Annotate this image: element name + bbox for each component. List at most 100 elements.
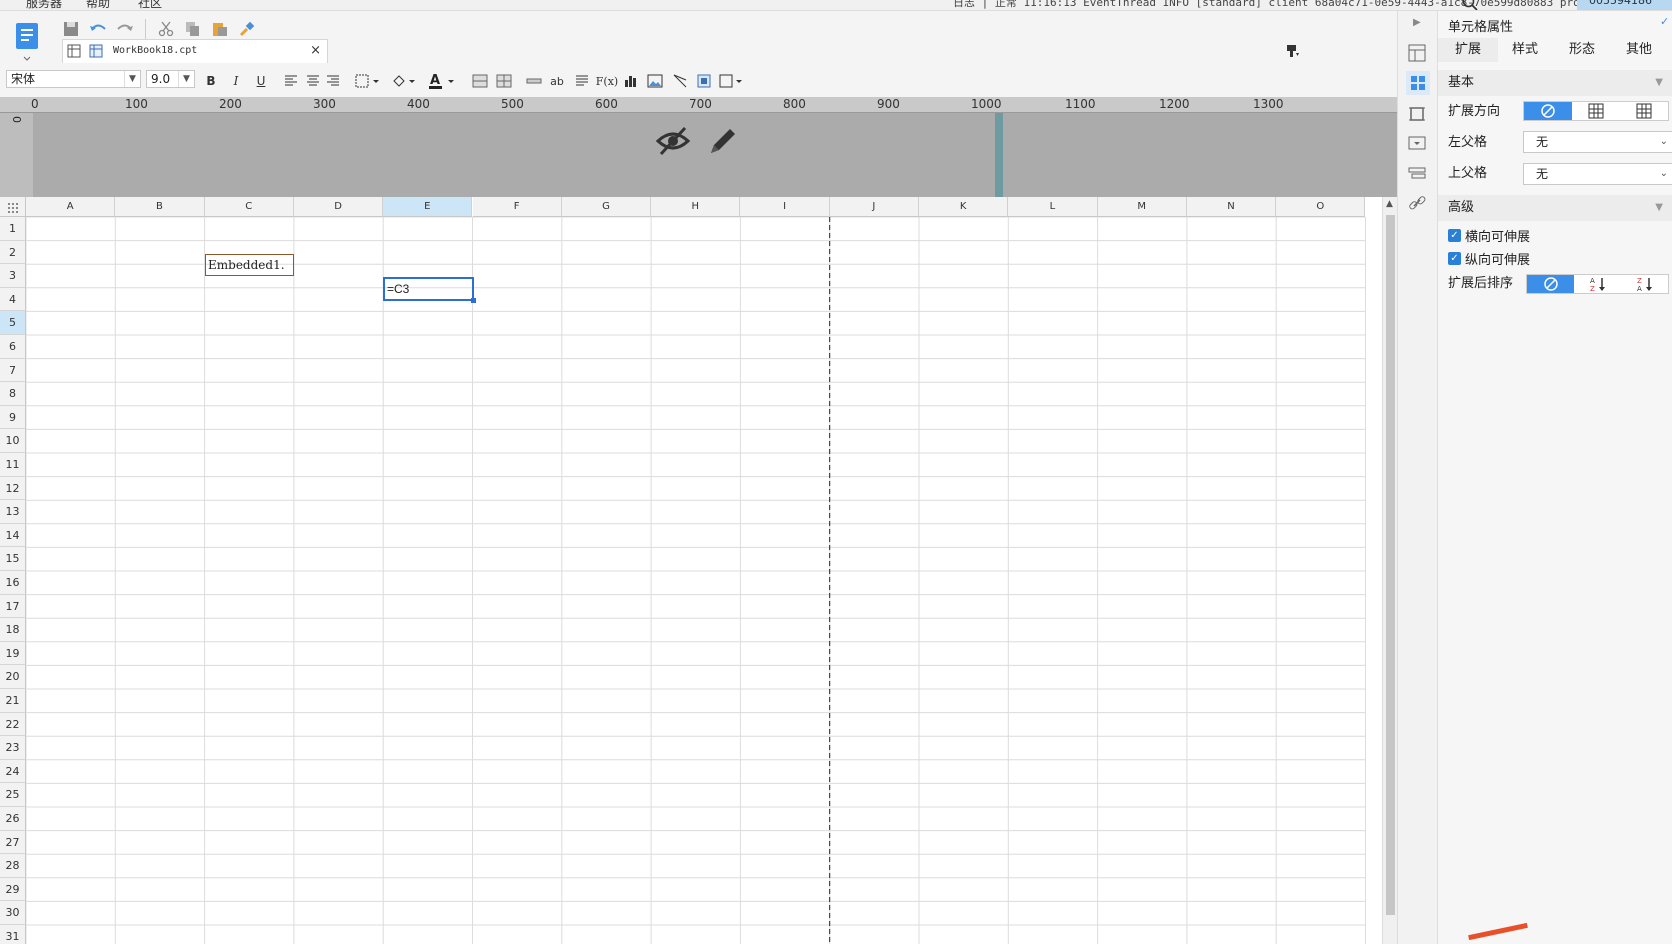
underline-button[interactable]: U xyxy=(251,71,271,91)
column-header-b[interactable]: B xyxy=(115,197,205,217)
row-header-31[interactable]: 31 xyxy=(0,925,26,944)
chart-icon[interactable] xyxy=(621,71,641,91)
row-header-27[interactable]: 27 xyxy=(0,830,26,855)
float-element-icon[interactable] xyxy=(1408,105,1426,126)
image-icon[interactable] xyxy=(645,71,665,91)
row-header-19[interactable]: 19 xyxy=(0,641,26,666)
row-header-22[interactable]: 22 xyxy=(0,712,26,737)
search-icon[interactable] xyxy=(1462,0,1478,10)
row-header-7[interactable]: 7 xyxy=(0,358,26,383)
tab-other[interactable]: 其他 xyxy=(1609,38,1669,62)
row-header-2[interactable]: 2 xyxy=(0,240,26,265)
row-header-9[interactable]: 9 xyxy=(0,405,26,430)
undo-icon[interactable] xyxy=(87,18,109,40)
tab-expand[interactable]: 扩展 xyxy=(1438,38,1498,62)
align-right-icon[interactable] xyxy=(323,71,343,91)
text-wrap-button[interactable]: ab xyxy=(547,71,567,91)
fill-color-button[interactable] xyxy=(390,71,418,91)
new-file-button[interactable] xyxy=(12,19,42,63)
cell-properties-icon[interactable] xyxy=(1406,71,1430,95)
format-painter-icon[interactable] xyxy=(236,18,258,40)
italic-button[interactable]: I xyxy=(226,71,246,91)
row-header-15[interactable]: 15 xyxy=(0,547,26,571)
scroll-thumb[interactable] xyxy=(1386,215,1395,915)
column-header-h[interactable]: H xyxy=(651,197,741,217)
column-header-i[interactable]: I xyxy=(740,197,830,217)
row-header-12[interactable]: 12 xyxy=(0,476,26,501)
hide-eye-icon[interactable] xyxy=(655,123,691,162)
no-expand-icon[interactable] xyxy=(1524,102,1572,120)
column-header-l[interactable]: L xyxy=(1008,197,1098,217)
row-header-21[interactable]: 21 xyxy=(0,689,26,713)
menu-help[interactable]: 帮助 xyxy=(86,0,110,10)
row-header-11[interactable]: 11 xyxy=(0,453,26,477)
scroll-up-icon[interactable]: ▲ xyxy=(1386,199,1393,209)
copy-icon[interactable] xyxy=(182,18,204,40)
row-header-14[interactable]: 14 xyxy=(0,523,26,548)
tab-form[interactable]: 形态 xyxy=(1552,38,1612,62)
hyperlink-icon[interactable] xyxy=(1408,194,1426,215)
row-header-8[interactable]: 8 xyxy=(0,382,26,406)
menu-community[interactable]: 社区 xyxy=(138,0,162,10)
redo-icon[interactable] xyxy=(114,18,136,40)
h-expand-checkbox[interactable]: ✓ 横向可伸展 xyxy=(1448,226,1530,245)
row-header-6[interactable]: 6 xyxy=(0,335,26,359)
column-header-g[interactable]: G xyxy=(561,197,652,217)
left-parent-select[interactable]: 无 ⌄ xyxy=(1523,131,1672,153)
row-header-3[interactable]: 3 xyxy=(0,264,26,288)
report-structure-icon[interactable] xyxy=(1408,44,1426,65)
expand-direction-toggle[interactable] xyxy=(1523,101,1669,121)
row-header-4[interactable]: 4 xyxy=(0,287,26,312)
vertical-scrollbar[interactable]: ▲ xyxy=(1382,197,1397,944)
row-header-29[interactable]: 29 xyxy=(0,877,26,902)
condition-icon[interactable] xyxy=(1408,164,1426,185)
bold-button[interactable]: B xyxy=(201,71,221,91)
v-expand-checkbox[interactable]: ✓ 纵向可伸展 xyxy=(1448,249,1530,268)
save-icon[interactable] xyxy=(60,18,82,40)
sort-toggle[interactable]: AZ ZA xyxy=(1526,274,1669,294)
row-header-25[interactable]: 25 xyxy=(0,783,26,807)
row-header-23[interactable]: 23 xyxy=(0,736,26,760)
row-header-16[interactable]: 16 xyxy=(0,571,26,595)
column-header-e[interactable]: E xyxy=(383,197,473,217)
paint-format-icon[interactable] xyxy=(1285,44,1299,61)
column-header-c[interactable]: C xyxy=(204,197,294,217)
no-sort-icon[interactable] xyxy=(1527,275,1574,293)
workbook-tab[interactable]: WorkBook18.cpt × xyxy=(62,39,328,63)
column-header-a[interactable]: A xyxy=(26,197,116,217)
column-header-f[interactable]: F xyxy=(472,197,562,217)
row-header-20[interactable]: 20 xyxy=(0,665,26,689)
column-header-d[interactable]: D xyxy=(293,197,384,217)
cut-icon[interactable] xyxy=(155,18,177,40)
row-header-30[interactable]: 30 xyxy=(0,901,26,925)
font-family-select[interactable]: 宋体 ▼ xyxy=(6,70,141,88)
sub-report-icon[interactable] xyxy=(694,71,714,91)
edit-pencil-icon[interactable] xyxy=(706,123,738,162)
row-header-28[interactable]: 28 xyxy=(0,854,26,878)
tab-style[interactable]: 样式 xyxy=(1495,38,1555,62)
close-icon[interactable]: × xyxy=(310,43,321,58)
align-center-icon[interactable] xyxy=(303,71,323,91)
font-size-select[interactable]: 9.0 ▼ xyxy=(146,70,195,88)
column-header-o[interactable]: O xyxy=(1276,197,1366,217)
row-header-13[interactable]: 13 xyxy=(0,500,26,524)
split-cells-icon[interactable] xyxy=(494,71,514,91)
font-color-button[interactable]: A xyxy=(427,71,457,91)
horizontal-expand-icon[interactable] xyxy=(1620,102,1668,120)
collapse-arrow-icon[interactable]: ▶ xyxy=(1413,17,1421,28)
column-header-m[interactable]: M xyxy=(1097,197,1187,217)
slash-icon[interactable] xyxy=(670,71,690,91)
pin-icon[interactable]: ✓ xyxy=(1660,15,1669,28)
formula-button[interactable]: F(x) xyxy=(596,71,618,91)
menu-server[interactable]: 服务器 xyxy=(26,0,62,10)
cell-e5-selected[interactable]: =C3 xyxy=(383,277,474,301)
section-basic[interactable]: 基本 ▼ xyxy=(1438,70,1672,96)
border-button[interactable] xyxy=(354,71,382,91)
row-header-1[interactable]: 1 xyxy=(0,217,26,241)
fill-handle[interactable] xyxy=(471,298,476,303)
page-divider[interactable] xyxy=(995,113,1003,198)
column-header-n[interactable]: N xyxy=(1186,197,1277,217)
sort-descending-icon[interactable]: ZA xyxy=(1621,275,1668,293)
paste-icon[interactable] xyxy=(209,18,231,40)
insert-row-icon[interactable] xyxy=(524,71,544,91)
